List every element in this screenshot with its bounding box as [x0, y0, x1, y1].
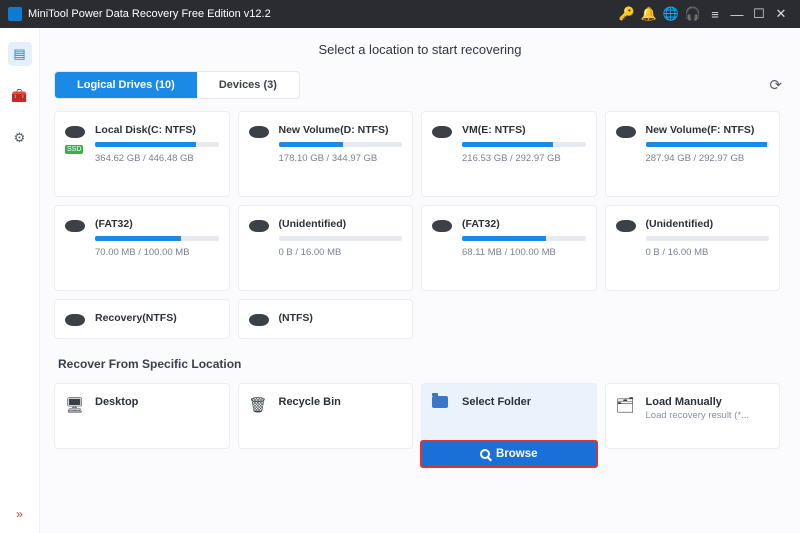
drive-size: 216.53 GB / 292.97 GB: [462, 153, 586, 164]
bell-icon[interactable]: 🔔: [638, 6, 660, 22]
key-icon[interactable]: 🔑: [616, 6, 638, 22]
location-desktop[interactable]: 🖥 Desktop: [54, 383, 230, 449]
drive-name: (FAT32): [95, 218, 219, 230]
drive-size: 0 B / 16.00 MB: [279, 247, 403, 258]
drive-card[interactable]: (FAT32) 70.00 MB / 100.00 MB: [54, 205, 230, 291]
drive-name: New Volume(D: NTFS): [279, 124, 403, 136]
location-load-manually[interactable]: 🗂 Load Manually Load recovery result (*.…: [605, 383, 781, 449]
usage-bar: [462, 236, 586, 241]
disk-icon: [432, 220, 452, 232]
usage-bar: [95, 142, 219, 147]
usage-bar: [95, 236, 219, 241]
drive-size: 364.62 GB / 446.48 GB: [95, 153, 219, 164]
usage-bar: [646, 236, 770, 241]
location-select-folder[interactable]: Select Folder Browse: [421, 383, 597, 449]
location-recycle-bin[interactable]: 🗑 Recycle Bin: [238, 383, 414, 449]
page-title: Select a location to start recovering: [54, 28, 786, 71]
browse-button[interactable]: Browse: [420, 440, 598, 468]
disk-icon: [65, 314, 85, 326]
disk-icon: [65, 126, 85, 138]
tabs: Logical Drives (10) Devices (3): [54, 71, 300, 99]
drive-card[interactable]: New Volume(F: NTFS) 287.94 GB / 292.97 GB: [605, 111, 781, 197]
sidebar: ▤ 🧰 ⚙ »: [0, 28, 40, 533]
sidebar-settings-icon[interactable]: ⚙: [8, 126, 32, 150]
drive-name: (FAT32): [462, 218, 586, 230]
drive-card[interactable]: Recovery(NTFS): [54, 299, 230, 339]
usage-bar: [279, 236, 403, 241]
minimize-button[interactable]: —: [726, 7, 748, 22]
ssd-badge: SSD: [65, 145, 83, 154]
drive-name: Recovery(NTFS): [95, 312, 219, 324]
disk-icon: [616, 220, 636, 232]
drive-size: 287.94 GB / 292.97 GB: [646, 153, 770, 164]
drive-size: 0 B / 16.00 MB: [646, 247, 770, 258]
drive-name: (NTFS): [279, 312, 403, 324]
drive-name: VM(E: NTFS): [462, 124, 586, 136]
search-icon: [480, 449, 490, 459]
menu-icon[interactable]: ≡: [704, 7, 726, 22]
folder-icon: [432, 396, 452, 408]
drive-size: 178.10 GB / 344.97 GB: [279, 153, 403, 164]
app-logo-icon: [8, 7, 22, 21]
desktop-icon: 🖥: [65, 396, 85, 414]
usage-bar: [279, 142, 403, 147]
headset-icon[interactable]: 🎧: [682, 6, 704, 22]
sidebar-expand-icon[interactable]: »: [16, 507, 23, 521]
disk-icon: [249, 314, 269, 326]
drive-name: (Unidentified): [646, 218, 770, 230]
drive-card[interactable]: (FAT32) 68.11 MB / 100.00 MB: [421, 205, 597, 291]
tab-devices[interactable]: Devices (3): [197, 72, 299, 98]
recycle-bin-icon: 🗑: [249, 396, 269, 414]
app-title: MiniTool Power Data Recovery Free Editio…: [28, 8, 271, 20]
maximize-button[interactable]: ☐: [748, 6, 770, 22]
globe-icon[interactable]: 🌐: [660, 6, 682, 22]
sidebar-recover-icon[interactable]: ▤: [8, 42, 32, 66]
tab-logical-drives[interactable]: Logical Drives (10): [55, 72, 197, 98]
sidebar-toolbox-icon[interactable]: 🧰: [8, 84, 32, 108]
drive-size: 70.00 MB / 100.00 MB: [95, 247, 219, 258]
disk-icon: [249, 126, 269, 138]
drive-name: Local Disk(C: NTFS): [95, 124, 219, 136]
drive-card[interactable]: (Unidentified) 0 B / 16.00 MB: [605, 205, 781, 291]
drive-card[interactable]: VM(E: NTFS) 216.53 GB / 292.97 GB: [421, 111, 597, 197]
disk-icon: [432, 126, 452, 138]
drive-name: (Unidentified): [279, 218, 403, 230]
drive-card[interactable]: (NTFS): [238, 299, 414, 339]
disk-icon: [65, 220, 85, 232]
disk-icon: [616, 126, 636, 138]
titlebar: MiniTool Power Data Recovery Free Editio…: [0, 0, 800, 28]
drive-card[interactable]: (Unidentified) 0 B / 16.00 MB: [238, 205, 414, 291]
usage-bar: [646, 142, 770, 147]
usage-bar: [462, 142, 586, 147]
drive-size: 68.11 MB / 100.00 MB: [462, 247, 586, 258]
load-icon: 🗂: [616, 396, 636, 414]
refresh-icon[interactable]: ⟳: [765, 72, 786, 98]
section-title: Recover From Specific Location: [58, 357, 780, 371]
drive-name: New Volume(F: NTFS): [646, 124, 770, 136]
drive-card[interactable]: SSD Local Disk(C: NTFS) 364.62 GB / 446.48…: [54, 111, 230, 197]
close-button[interactable]: ✕: [770, 6, 792, 22]
drive-card[interactable]: New Volume(D: NTFS) 178.10 GB / 344.97 GB: [238, 111, 414, 197]
disk-icon: [249, 220, 269, 232]
